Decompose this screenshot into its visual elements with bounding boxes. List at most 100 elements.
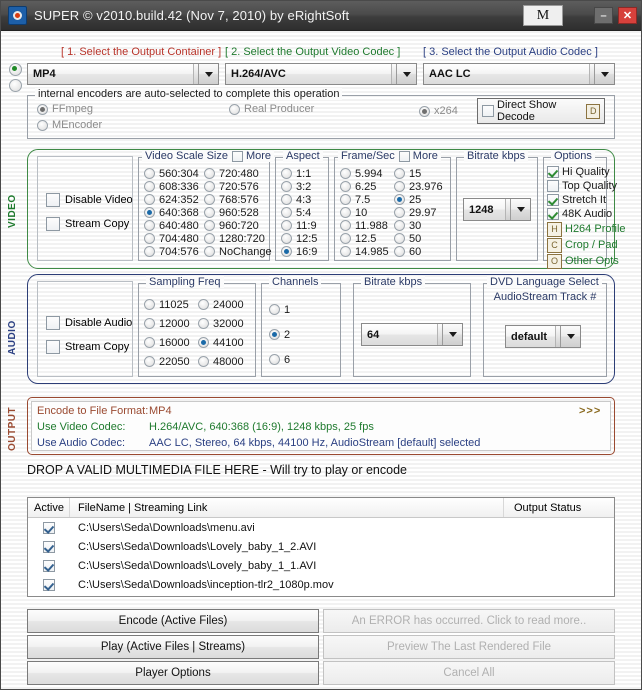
file-active-checkbox[interactable] [43,521,55,534]
file-active-checkbox[interactable] [43,559,55,572]
aspect-option-label: 4:3 [296,193,312,206]
container-radio-primary[interactable] [9,63,26,76]
scale-option-720-576[interactable]: 720:576 [204,180,270,193]
encoder-option-mencoder[interactable]: MEncoder [37,118,102,132]
output-container-value: MP4 [28,64,193,84]
video-option-h264-profile-button[interactable]: H H264 Profile [547,221,626,237]
scale-option-768-576[interactable]: 768:576 [204,193,270,206]
video-stream-copy-checkbox[interactable]: Stream Copy [46,217,129,231]
player-options-button-label: Player Options [135,667,211,679]
encoder-option-ffmpeg[interactable]: FFmpeg [37,102,93,116]
scale-more-label: More [245,150,272,162]
output-video-codec-select[interactable]: H.264/AVC [225,63,417,85]
channel-option-1[interactable]: 1 [269,297,341,322]
video-option-stretch-it[interactable]: Stretch It [547,193,607,207]
chevron-down-icon[interactable] [396,64,416,84]
close-button[interactable]: ✕ [618,7,637,24]
scale-option-1280-720[interactable]: 1280:720 [204,232,270,245]
encoder-option-x264[interactable]: x264 [419,104,458,118]
file-active-cell[interactable] [28,559,70,572]
menu-m-button[interactable]: M [523,5,563,26]
audio-codec-header-label: [ 3. Select the Output Audio Codec ] [423,46,598,58]
encode-button[interactable]: Encode (Active Files) [27,609,319,633]
scale-more-checkbox[interactable] [231,150,243,162]
scale-option-720-480[interactable]: 720:480 [204,167,270,180]
file-list-row[interactable]: C:\Users\Seda\Downloads\menu.avi [28,518,614,537]
aspect-option-3-2[interactable]: 3:2 [281,180,329,193]
sampling-option-24000[interactable]: 24000 [198,295,256,314]
video-stream-copy-label: Stream Copy [65,218,130,230]
aspect-option-5-4[interactable]: 5:4 [281,206,329,219]
file-active-cell[interactable] [28,521,70,534]
framerate-more-checkbox[interactable] [398,150,410,162]
fps-option-15[interactable]: 15 [394,167,451,180]
video-option-label: Top Quality [562,180,618,192]
fps-option-23-976[interactable]: 23.976 [394,180,451,193]
encoder-option-realproducer[interactable]: Real Producer [229,102,314,116]
sampling-option-32000[interactable]: 32000 [198,314,256,333]
video-option-48k-audio[interactable]: 48K Audio [547,207,612,221]
chevron-down-icon[interactable] [198,64,218,84]
fps-option-30[interactable]: 30 [394,219,451,232]
aspect-option-4-3[interactable]: 4:3 [281,193,329,206]
audio-bitrate-group: Bitrate kbps 64 [353,276,471,377]
disable-video-checkbox[interactable]: Disable Video [46,193,133,207]
output-more-indicator[interactable]: >>> [579,405,601,417]
directshow-decode-button[interactable]: Direct Show Decode D [477,98,605,124]
video-option-hi-quality[interactable]: Hi Quality [547,165,610,179]
aspect-option-1-1[interactable]: 1:1 [281,167,329,180]
video-option-crop-pad-button[interactable]: C Crop / Pad [547,237,618,253]
play-button[interactable]: Play (Active Files | Streams) [27,635,319,659]
file-list-row[interactable]: C:\Users\Seda\Downloads\Lovely_baby_1_1.… [28,556,614,575]
video-option-other-opts-button[interactable]: O Other Opts [547,253,619,269]
channel-option-2[interactable]: 2 [269,322,341,347]
fps-option-25[interactable]: 25 [394,193,451,206]
chevron-down-icon[interactable] [560,326,580,347]
file-list-row[interactable]: C:\Users\Seda\Downloads\inception-tlr2_1… [28,575,614,594]
checkbox-icon[interactable] [547,208,559,220]
audio-stream-copy-checkbox[interactable]: Stream Copy [46,340,129,354]
fps-option-60[interactable]: 60 [394,245,451,258]
sampling-option-label: 24000 [213,298,244,311]
channel-option-6[interactable]: 6 [269,347,341,372]
container-header-label: [ 1. Select the Output Container ] [61,46,222,58]
internal-encoders-group: internal encoders are auto-selected to c… [27,88,615,139]
minimize-button[interactable]: – [594,7,613,24]
player-options-button[interactable]: Player Options [27,661,319,685]
aspect-option-16-9[interactable]: 16:9 [281,245,329,258]
fps-option-label: 29.97 [409,206,437,219]
checkbox-icon[interactable] [547,166,559,178]
chevron-down-icon[interactable] [442,324,462,345]
chevron-down-icon[interactable] [594,64,614,84]
sampling-option-48000[interactable]: 48000 [198,352,256,371]
output-container-select[interactable]: MP4 [27,63,219,85]
chevron-down-icon[interactable] [510,199,530,220]
scale-option-960-528[interactable]: 960:528 [204,206,270,219]
checkbox-icon[interactable] [547,194,559,206]
file-active-cell[interactable] [28,540,70,553]
file-list-table[interactable]: Active FileName | Streaming Link Output … [27,497,615,597]
scale-option-label: NoChange [219,245,272,258]
aspect-option-11-9[interactable]: 11:9 [281,219,329,232]
fps-option-50[interactable]: 50 [394,232,451,245]
scale-option-NoChange[interactable]: NoChange [204,245,272,258]
directshow-decode-checkbox[interactable] [482,105,494,117]
sampling-option-44100[interactable]: 44100 [198,333,256,352]
aspect-option-12-5[interactable]: 12:5 [281,232,329,245]
video-bitrate-select[interactable]: 1248 [463,198,531,221]
checkbox-icon[interactable] [547,180,559,192]
file-active-cell[interactable] [28,578,70,591]
dvd-language-select[interactable]: default [505,325,581,348]
audio-bitrate-select[interactable]: 64 [361,323,463,346]
file-active-checkbox[interactable] [43,540,55,553]
video-option-top-quality[interactable]: Top Quality [547,179,617,193]
container-radio-secondary[interactable] [9,79,26,92]
scale-option-960-720[interactable]: 960:720 [204,219,270,232]
disable-audio-checkbox[interactable]: Disable Audio [46,316,132,330]
output-audio-codec-select[interactable]: AAC LC [423,63,615,85]
drop-file-hint: DROP A VALID MULTIMEDIA FILE HERE - Will… [27,463,407,477]
framerate-group: Frame/Sec More 5.994 6.25 7.5 10 11.988 12.5 1… [334,150,451,261]
file-active-checkbox[interactable] [43,578,55,591]
file-list-row[interactable]: C:\Users\Seda\Downloads\Lovely_baby_1_2.… [28,537,614,556]
fps-option-29-97[interactable]: 29.97 [394,206,451,219]
